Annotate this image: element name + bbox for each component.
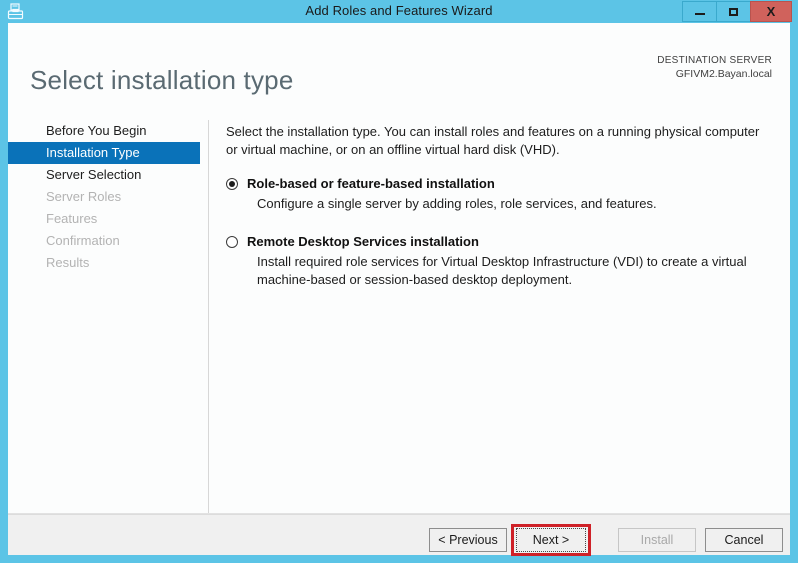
previous-button[interactable]: < Previous <box>429 528 507 552</box>
option-role-based-description: Configure a single server by adding role… <box>257 196 657 211</box>
radio-remote-desktop-icon[interactable] <box>226 236 238 248</box>
next-button[interactable]: Next > <box>516 528 586 552</box>
close-button[interactable]: X <box>750 1 792 22</box>
cancel-button[interactable]: Cancel <box>705 528 783 552</box>
page-title: Select installation type <box>30 65 294 96</box>
install-button: Install <box>618 528 696 552</box>
sidebar-item-confirmation: Confirmation <box>46 233 120 248</box>
destination-server-block: DESTINATION SERVER GFIVM2.Bayan.local <box>657 55 772 81</box>
destination-server-value: GFIVM2.Bayan.local <box>675 67 772 80</box>
sidebar-item-server-selection[interactable]: Server Selection <box>8 164 200 186</box>
option-remote-desktop-services-installation[interactable]: Remote Desktop Services installation Ins… <box>226 234 771 289</box>
wizard-window: Add Roles and Features Wizard X Select i… <box>0 0 798 563</box>
option-role-based-label: Role-based or feature-based installation <box>247 176 495 191</box>
window-controls: X <box>682 1 792 22</box>
wizard-client-area: Select installation type DESTINATION SER… <box>8 23 790 556</box>
sidebar-item-features: Features <box>46 211 98 226</box>
option-role-based-installation[interactable]: Role-based or feature-based installation… <box>226 176 771 213</box>
radio-role-based-icon[interactable] <box>226 178 238 190</box>
sidebar-divider <box>208 120 209 520</box>
main-content: Select the installation type. You can in… <box>226 123 771 289</box>
sidebar-item-installation-type[interactable]: Installation Type <box>8 142 200 164</box>
sidebar-item-results: Results <box>46 255 90 270</box>
installation-type-radio-group: Role-based or feature-based installation… <box>226 176 771 289</box>
option-remote-desktop-description: Install required role services for Virtu… <box>257 254 747 287</box>
wizard-steps-nav: Before You Begin Installation Type Serve… <box>8 120 200 520</box>
sidebar-item-server-roles: Server Roles <box>46 189 122 204</box>
option-remote-desktop-label: Remote Desktop Services installation <box>247 234 479 249</box>
minimize-button[interactable] <box>682 1 717 22</box>
sidebar-item-before-you-begin[interactable]: Before You Begin <box>8 120 200 142</box>
maximize-icon <box>729 7 738 16</box>
destination-server-label: DESTINATION SERVER <box>657 55 772 66</box>
intro-text: Select the installation type. You can in… <box>226 124 760 157</box>
window-title: Add Roles and Features Wizard <box>305 3 493 18</box>
title-bar: Add Roles and Features Wizard X <box>0 0 798 23</box>
close-icon: X <box>766 4 776 19</box>
minimize-icon <box>694 13 705 15</box>
wizard-footer: < Previous Next > Install Cancel <box>8 514 790 556</box>
maximize-button[interactable] <box>716 1 751 22</box>
